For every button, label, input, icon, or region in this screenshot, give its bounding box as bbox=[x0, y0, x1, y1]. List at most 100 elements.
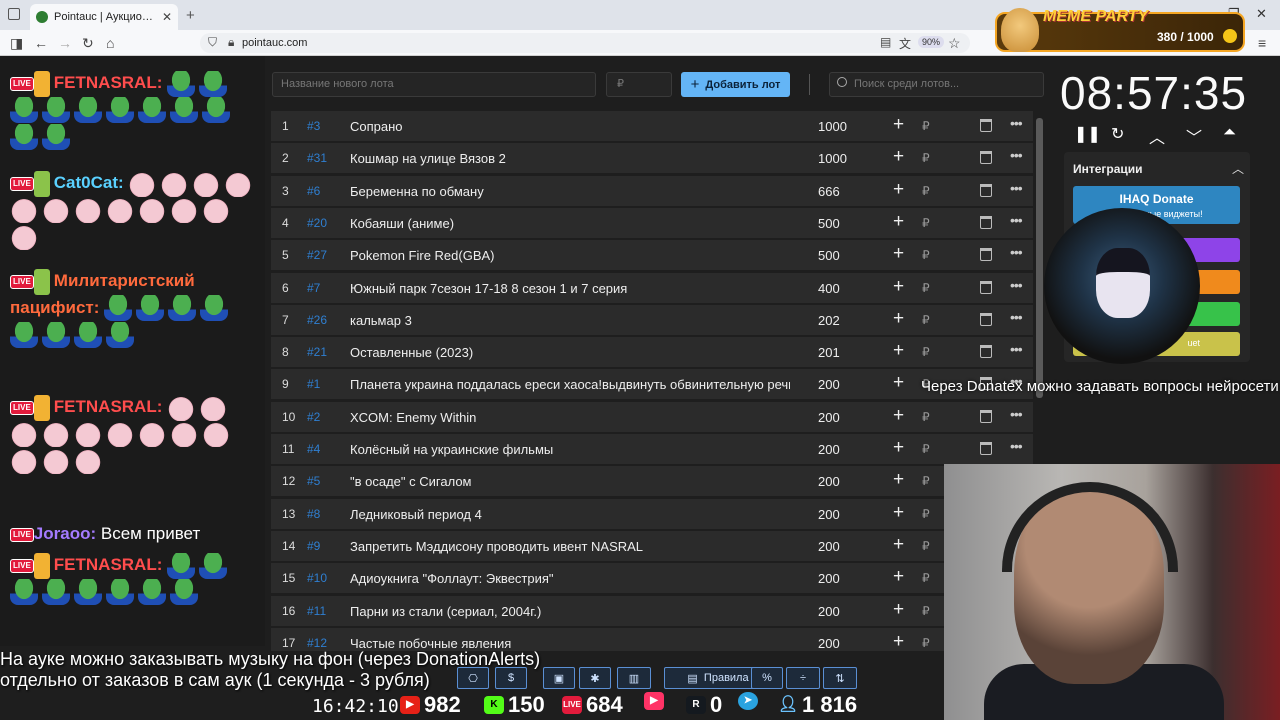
lock-icon[interactable]: 🔒︎ bbox=[228, 35, 234, 50]
reader-view-icon[interactable]: ▤ bbox=[880, 35, 891, 49]
lot-row[interactable]: 12#5"в осаде" с Сигалом200+₽••• bbox=[271, 466, 1033, 497]
lot-amount[interactable]: 200 bbox=[818, 377, 840, 392]
lot-amount[interactable]: 200 bbox=[818, 636, 840, 651]
lot-amount[interactable]: 200 bbox=[818, 507, 840, 522]
lot-name[interactable]: Адиоукнига "Фоллаут: Эквестрия" bbox=[350, 571, 790, 586]
lot-row[interactable]: 1 #3 Сопрано 1000 + ₽ ••• bbox=[271, 111, 1033, 141]
lot-name[interactable]: Колёсный на украинские фильмы bbox=[350, 442, 790, 457]
more-options-icon[interactable]: ••• bbox=[1010, 244, 1023, 260]
add-amount-icon[interactable]: + bbox=[893, 146, 904, 168]
lot-name[interactable]: Ледниковый период 4 bbox=[350, 507, 790, 522]
menu-icon[interactable]: ≡ bbox=[1258, 35, 1266, 51]
window-menu-icon[interactable] bbox=[8, 8, 20, 20]
add-amount-icon[interactable]: + bbox=[893, 566, 904, 588]
close-window-icon[interactable]: ✕ bbox=[1256, 6, 1267, 22]
lot-row[interactable]: 10 #2 XCOM: Enemy Within 200 + ₽ ••• bbox=[271, 401, 1033, 432]
search-lots-input[interactable]: Поиск среди лотов... bbox=[829, 72, 1044, 97]
bookmark-star-icon[interactable]: ☆ bbox=[948, 35, 961, 52]
lot-name[interactable]: Кобаяши (аниме) bbox=[350, 216, 790, 231]
lot-amount[interactable]: 200 bbox=[818, 539, 840, 554]
lot-row[interactable]: 16 #11 Парни из стали (сериал, 2004г.) 200 +… bbox=[271, 595, 1033, 626]
lot-name[interactable]: Планета украина поддалась ереси хаоса!вы… bbox=[350, 377, 790, 392]
add-amount-icon[interactable]: + bbox=[893, 405, 904, 427]
lot-amount[interactable]: 666 bbox=[818, 184, 840, 199]
lot-row[interactable]: 15 #10 Адиоукнига "Фоллаут: Эквестрия" 200 +… bbox=[271, 563, 1033, 594]
lot-row[interactable]: 7 #26 кальмар 3 202 + ₽ ••• bbox=[271, 304, 1033, 335]
lot-name[interactable]: Кошмар на улице Вязов 2 bbox=[350, 151, 790, 166]
github-icon[interactable]: ⎔ bbox=[457, 667, 489, 689]
reload-icon[interactable]: ↻ bbox=[82, 35, 94, 52]
shield-icon[interactable]: ⛉ bbox=[208, 35, 217, 50]
lot-name[interactable]: кальмар 3 bbox=[350, 313, 790, 328]
more-options-icon[interactable]: ••• bbox=[1010, 115, 1023, 131]
more-options-icon[interactable]: ••• bbox=[1010, 147, 1023, 163]
lot-name[interactable]: Pokemon Fire Red(GBA) bbox=[350, 248, 790, 263]
percent-button[interactable]: % bbox=[751, 667, 783, 689]
lot-row[interactable]: 17#12Частые побочные явления200+₽••• bbox=[271, 627, 1033, 651]
sort-icon[interactable]: ⇅ bbox=[823, 667, 857, 689]
lot-row[interactable]: 13#8Ледниковый период 4200+₽••• bbox=[271, 498, 1033, 529]
add-amount-icon[interactable]: + bbox=[893, 372, 904, 394]
more-options-icon[interactable]: ••• bbox=[1010, 438, 1023, 454]
home-icon[interactable]: ⌂ bbox=[106, 35, 114, 51]
add-amount-icon[interactable]: + bbox=[893, 276, 904, 298]
dollar-icon[interactable]: $ bbox=[495, 667, 527, 689]
reset-timer-icon[interactable]: ↻ bbox=[1111, 124, 1124, 144]
zoom-level[interactable]: 90% bbox=[918, 36, 945, 48]
lot-amount[interactable]: 500 bbox=[818, 248, 840, 263]
delete-lot-icon[interactable] bbox=[980, 312, 992, 326]
add-amount-icon[interactable]: + bbox=[893, 469, 904, 491]
add-lot-button[interactable]: + Добавить лот bbox=[681, 72, 790, 97]
lot-row[interactable]: 5 #27 Pokemon Fire Red(GBA) 500 + ₽ ••• bbox=[271, 240, 1033, 271]
lot-list-scrollbar[interactable] bbox=[1036, 118, 1043, 398]
close-tab-icon[interactable]: ✕ bbox=[162, 10, 172, 24]
lot-name[interactable]: XCOM: Enemy Within bbox=[350, 410, 790, 425]
add-amount-icon[interactable]: + bbox=[893, 211, 904, 233]
increase-time-icon[interactable]: ︿ bbox=[1149, 124, 1165, 148]
more-options-icon[interactable]: ••• bbox=[1010, 180, 1023, 196]
lot-row[interactable]: 11 #4 Колёсный на украинские фильмы 200 + ₽ ••… bbox=[271, 434, 1033, 464]
new-tab-button[interactable]: + bbox=[186, 7, 195, 24]
trash-icon[interactable]: ▥ bbox=[617, 667, 651, 689]
lot-amount[interactable]: 200 bbox=[818, 474, 840, 489]
lot-name[interactable]: Беременна по обману bbox=[350, 184, 790, 199]
delete-lot-icon[interactable] bbox=[980, 151, 992, 165]
split-icon[interactable]: ÷ bbox=[786, 667, 820, 689]
delete-lot-icon[interactable] bbox=[980, 409, 992, 423]
forward-icon[interactable]: → bbox=[58, 35, 72, 51]
lot-name[interactable]: Запретить Мэддисону проводить ивент NASR… bbox=[350, 539, 790, 554]
lot-amount[interactable]: 200 bbox=[818, 410, 840, 425]
more-options-icon[interactable]: ••• bbox=[1010, 212, 1023, 228]
lot-amount[interactable]: 1000 bbox=[818, 151, 847, 166]
sidebar-toggle-icon[interactable]: ◨ bbox=[10, 35, 23, 52]
add-amount-icon[interactable]: + bbox=[893, 502, 904, 524]
add-amount-icon[interactable]: + bbox=[893, 599, 904, 621]
lot-amount[interactable]: 500 bbox=[818, 216, 840, 231]
lot-amount[interactable]: 202 bbox=[818, 313, 840, 328]
lot-name[interactable]: Парни из стали (сериал, 2004г.) bbox=[350, 604, 790, 619]
double-up-icon[interactable]: ⏶ bbox=[1223, 124, 1236, 142]
lot-row[interactable]: 2 #31 Кошмар на улице Вязов 2 1000 + ₽ ••• bbox=[271, 143, 1033, 174]
add-amount-icon[interactable]: + bbox=[893, 437, 904, 459]
delete-lot-icon[interactable] bbox=[980, 345, 992, 359]
more-options-icon[interactable]: ••• bbox=[1010, 406, 1023, 422]
add-amount-icon[interactable]: + bbox=[893, 243, 904, 265]
delete-lot-icon[interactable] bbox=[980, 442, 992, 455]
save-icon[interactable]: ▣ bbox=[543, 667, 575, 689]
delete-lot-icon[interactable] bbox=[980, 248, 992, 262]
lot-row[interactable]: 4 #20 Кобаяши (аниме) 500 + ₽ ••• bbox=[271, 207, 1033, 238]
pause-icon[interactable]: ❚❚ bbox=[1074, 124, 1101, 144]
chevron-up-icon[interactable]: ︿ bbox=[1232, 160, 1244, 177]
back-icon[interactable]: ← bbox=[34, 35, 48, 51]
add-amount-icon[interactable]: + bbox=[893, 114, 904, 136]
lot-name[interactable]: Оставленные (2023) bbox=[350, 345, 790, 360]
add-amount-icon[interactable]: + bbox=[893, 631, 904, 651]
more-options-icon[interactable]: ••• bbox=[1010, 277, 1023, 293]
new-lot-input[interactable]: Название нового лота bbox=[272, 72, 596, 97]
lot-row[interactable]: 14 #9 Запретить Мэддисону проводить ивент … bbox=[271, 530, 1033, 561]
lot-amount[interactable]: 1000 bbox=[818, 119, 847, 134]
add-amount-icon[interactable]: + bbox=[893, 340, 904, 362]
lot-amount[interactable]: 200 bbox=[818, 442, 840, 457]
lot-row[interactable]: 8 #21 Оставленные (2023) 201 + ₽ ••• bbox=[271, 337, 1033, 368]
add-amount-icon[interactable]: + bbox=[893, 534, 904, 556]
